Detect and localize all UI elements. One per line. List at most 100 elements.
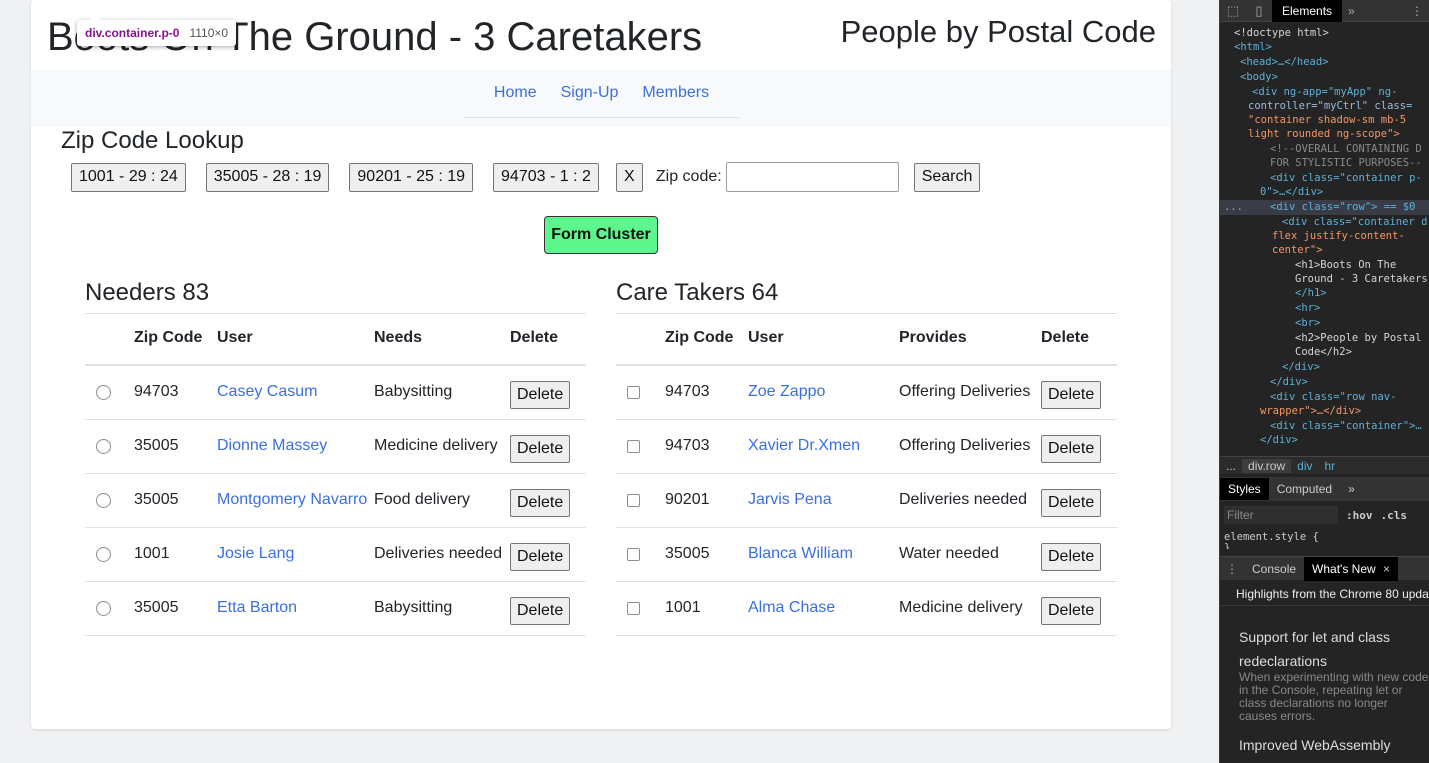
search-button[interactable]: Search [913,162,981,192]
zip-lookup-title: Zip Code Lookup [61,127,244,154]
zip-code-input[interactable] [725,162,899,192]
user-cell: Xavier Dr.Xmen [748,419,899,474]
inspect-element-icon[interactable]: ⬚ [1220,3,1246,19]
whats-new-item-title[interactable]: Support for let and class redeclarations [1239,625,1429,673]
tab-elements[interactable]: Elements [1272,0,1343,22]
user-link[interactable]: Zoe Zappo [748,383,825,400]
delete-button[interactable]: Delete [510,381,571,409]
zip-filter-button-35005[interactable]: 35005 - 28 : 19 [205,162,330,192]
dom-node[interactable]: <head>…</head> [1240,55,1329,69]
row-checkbox[interactable] [627,494,640,507]
zip-filter-button-1001[interactable]: 1001 - 29 : 24 [71,162,186,192]
element-style-selector[interactable]: element.style { [1224,531,1319,543]
need-cell: Water needed [899,527,1041,582]
dom-node[interactable]: <div ng-app="myApp" ng- [1252,85,1397,99]
class-toggle[interactable]: .cls [1381,509,1408,522]
need-cell: Food delivery [374,473,510,528]
crumb-div[interactable]: div [1291,459,1318,473]
user-link[interactable]: Jarvis Pena [748,491,832,508]
dom-node[interactable]: <h1>Boots On The [1295,258,1396,272]
hover-state-toggle[interactable]: :hov [1346,509,1373,522]
dom-node[interactable]: <br> [1295,316,1320,330]
nav-link-members[interactable]: Members [630,84,721,102]
delete-button[interactable]: Delete [510,435,571,463]
user-link[interactable]: Josie Lang [217,545,294,562]
need-cell: Offering Deliveries [899,365,1041,420]
form-cluster-button[interactable]: Form Cluster [544,216,658,254]
more-tabs-icon[interactable]: » [1348,4,1355,18]
tab-styles[interactable]: Styles [1220,478,1269,500]
zip-cell: 35005 [134,581,217,636]
nav-link-sign-up[interactable]: Sign-Up [549,84,631,102]
devtools-menu-icon[interactable]: ⋮ [1411,4,1423,18]
tab-console[interactable]: Console [1244,557,1304,581]
delete-button[interactable]: Delete [510,597,571,625]
close-icon[interactable]: × [1383,562,1390,576]
user-link[interactable]: Casey Casum [217,383,317,400]
dom-node[interactable]: <!doctype html> [1234,26,1329,40]
dom-node-text: Code</h2> [1295,346,1352,358]
device-toolbar-icon[interactable]: ▯ [1246,3,1272,19]
needers-table-body: 94703 Casey Casum Babysitting Delete 35005 Di… [85,365,586,636]
dom-node-selected[interactable]: <div class="row"> == $0 [1270,200,1415,214]
dom-node[interactable]: 0">…</div> [1260,185,1323,199]
row-checkbox[interactable] [627,602,640,615]
dom-node[interactable]: </h1> [1295,286,1327,300]
element-inspector-tooltip: div.container.p-0 1110×0 [77,14,237,46]
delete-cell: Delete [1041,527,1117,582]
dom-node[interactable]: <body> [1240,70,1278,84]
dom-node[interactable]: <div class="container">… [1270,419,1422,433]
dom-node[interactable]: </div> [1260,433,1298,447]
styles-filter-input[interactable]: Filter [1224,506,1338,524]
row-radio[interactable] [96,439,111,454]
row-radio[interactable] [96,547,111,562]
table-row: 35005 Montgomery Navarro Food delivery Dele… [85,473,586,528]
zip-filter-button-94703[interactable]: 94703 - 1 : 2 [493,162,599,192]
needs-column-header: Needs [374,314,510,366]
zip-filter-button-90201[interactable]: 90201 - 25 : 19 [349,162,474,192]
delete-button[interactable]: Delete [510,489,571,517]
delete-cell: Delete [510,473,586,528]
user-link[interactable]: Blanca William [748,545,853,562]
zip-cell: 1001 [665,581,748,636]
row-checkbox[interactable] [627,548,640,561]
drawer-menu-icon[interactable]: ⋮ [1220,557,1244,581]
tab-whats-new[interactable]: What's New × [1304,556,1399,581]
row-radio[interactable] [96,493,111,508]
row-checkbox[interactable] [627,386,640,399]
styles-tabs: Styles Computed » [1220,477,1429,501]
dom-node[interactable]: <h2>People by Postal [1295,331,1421,345]
clear-filter-button[interactable]: X [615,162,643,192]
dom-node[interactable]: <div class="container d- [1282,215,1429,229]
user-link[interactable]: Etta Barton [217,599,297,616]
dom-node[interactable]: </div> [1270,375,1308,389]
more-style-tabs-icon[interactable]: » [1340,478,1363,500]
nav-link-home[interactable]: Home [482,84,549,102]
row-radio[interactable] [96,385,111,400]
dom-node[interactable]: </div> [1282,360,1320,374]
dom-node[interactable]: <div class="row nav- [1270,390,1396,404]
web-page: Boots On The Ground - 3 Caretakers Peopl… [0,0,1219,763]
delete-button[interactable]: Delete [1041,489,1102,517]
tab-computed[interactable]: Computed [1269,478,1340,500]
dom-node[interactable]: <div class="container p- [1270,171,1422,185]
crumb-div-row[interactable]: div.row [1242,458,1292,473]
delete-button[interactable]: Delete [1041,543,1102,571]
dom-node[interactable]: <hr> [1295,301,1320,315]
zip-cell: 1001 [134,527,217,582]
delete-button[interactable]: Delete [510,543,571,571]
delete-button[interactable]: Delete [1041,597,1102,625]
whats-new-item-title[interactable]: Improved WebAssembly debugging [1239,733,1429,763]
crumb-ellipsis[interactable]: ... [1220,459,1242,473]
dom-node[interactable]: <html> [1234,40,1272,54]
user-link[interactable]: Dionne Massey [217,437,327,454]
row-checkbox[interactable] [627,440,640,453]
crumb-hr[interactable]: hr [1318,459,1341,473]
delete-button[interactable]: Delete [1041,435,1102,463]
user-link[interactable]: Montgomery Navarro [217,491,367,508]
row-radio[interactable] [96,601,111,616]
user-link[interactable]: Xavier Dr.Xmen [748,437,860,454]
need-cell: Deliveries needed [374,527,510,582]
user-link[interactable]: Alma Chase [748,599,835,616]
delete-button[interactable]: Delete [1041,381,1102,409]
